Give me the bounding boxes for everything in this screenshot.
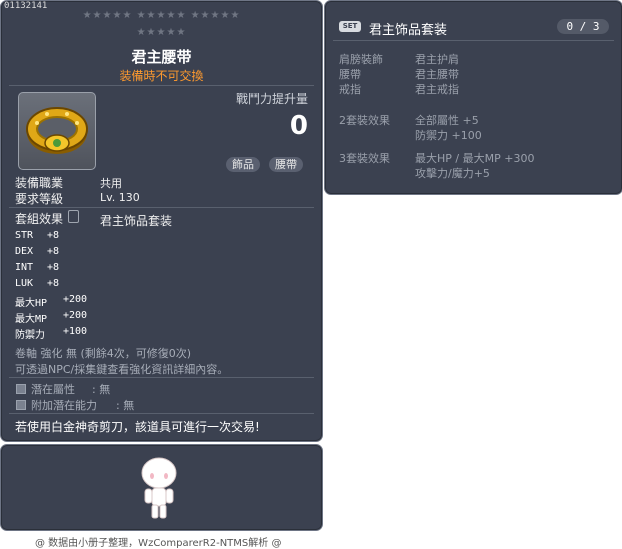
potential-label: 潛在屬性 [31,383,75,396]
stat-value: +8 [47,230,60,241]
avatar-preview [141,457,177,519]
enhance-note: 可透過NPC/採集鍵查看強化資訊詳細內容。 [15,363,229,376]
stat-value: +8 [47,278,60,289]
set-effect-label: 套組效果 [15,212,64,226]
combat-power-value: 0 [289,111,308,141]
stat-value: +8 [47,262,60,273]
stat-name: INT [15,262,34,273]
set-effect-3-line: 最大HP / 最大MP +300 [415,152,535,165]
potential-value: : 無 [92,383,111,396]
stat-name: STR [15,230,34,241]
divider [333,40,614,41]
stat-name: LUK [15,278,34,289]
star-force-row: ★★★★★ [136,27,187,38]
stat-value: +200 [63,294,88,305]
trade-note: 装備時不可交換 [119,69,204,83]
set-part-slot: 腰帶 [339,68,361,81]
set-part-name: 君主腰带 [415,68,459,81]
divider [9,413,314,414]
combat-power-label: 戰鬥力提升量 [235,92,308,106]
set-info-icon[interactable] [68,210,79,223]
stat-value: +100 [63,326,88,337]
tag-belt: 腰帶 [269,157,303,172]
set-effect-3-label: 3套裝效果 [339,152,390,165]
set-count-badge: 0 / 3 [557,19,609,34]
set-effect-2-line: 防禦力 +100 [415,129,482,142]
job-label: 装備職業 [15,176,64,190]
item-tooltip: 01132141 ★★★★★ ★★★★★ ★★★★★ ★★★★★ 君主腰带 装備… [0,0,323,442]
job-value: 共用 [100,177,122,190]
set-part-name: 君主护肩 [415,53,459,66]
level-value: Lv. 130 [100,191,140,204]
stat-name: 最大MP [15,314,48,325]
stat-value: +200 [63,310,88,321]
divider [9,207,314,208]
divider [9,85,314,86]
stat-value: +8 [47,246,60,257]
set-title: 君主饰品套装 [369,23,448,38]
set-effect-2-label: 2套裝效果 [339,114,390,127]
set-effect-panel: SET 君主饰品套装 0 / 3 肩膀裝飾 君主护肩 腰帶 君主腰带 戒指 君主… [324,0,622,195]
set-badge: SET [339,21,361,32]
star-force-row: ★★★★★ ★★★★★ ★★★★★ [82,10,241,21]
tag-accessory: 飾品 [226,157,260,172]
divider [9,377,314,378]
set-part-slot: 戒指 [339,83,361,96]
stat-name: 最大HP [15,298,48,309]
potential-icon [16,384,26,394]
bonus-potential-label: 附加潛在能力 [31,399,97,412]
stat-name: 防禦力 [15,330,45,341]
bonus-potential-icon [16,400,26,410]
platinum-scissors-note: 若使用白金神奇剪刀，該道具可進行一次交易! [15,420,260,434]
set-effect-3-line: 攻擊力/魔力+5 [415,167,490,180]
level-label: 要求等級 [15,192,64,206]
set-effect-2-line: 全部屬性 +5 [415,114,479,127]
item-icon-frame [18,92,96,170]
set-part-slot: 肩膀裝飾 [339,53,383,66]
set-name: 君主饰品套装 [100,214,173,228]
gold-belt-icon [26,107,88,154]
item-name: 君主腰带 [131,48,192,66]
bonus-potential-value: : 無 [116,399,135,412]
set-part-name: 君主戒指 [415,83,459,96]
stat-name: DEX [15,246,34,257]
credits-footer: @ 数据由小册子整理，WzComparerR2-NTMS解析 @ [35,538,282,549]
avatar-preview-panel [0,444,323,531]
enhance-line: 卷軸 強化 無 (剩餘4次，可修復0次) [15,347,192,360]
